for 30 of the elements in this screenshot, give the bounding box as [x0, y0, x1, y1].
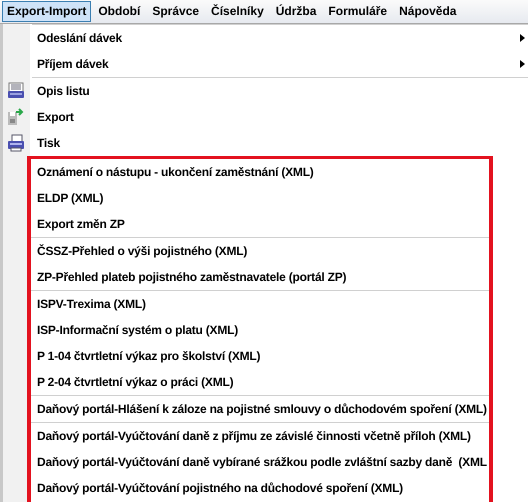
printer-icon	[7, 134, 25, 152]
menu-item[interactable]: Odeslání dávek	[3, 25, 528, 51]
submenu-arrow-icon	[520, 34, 525, 42]
menu-item[interactable]: Daňový portál-Hlášení k záloze na pojistné smlouvy o důchodovém spoření (XML)	[31, 396, 489, 422]
menu-item[interactable]: P 1-04 čtvrtletní výkaz pro školství (XML)	[31, 343, 489, 369]
menu-tab[interactable]: Nápověda	[394, 1, 462, 22]
menu-item[interactable]: ZP-Přehled plateb pojistného zaměstnavatele (portál ZP)	[31, 264, 489, 290]
menu-item[interactable]: Daňový portál-Vyúčtování daně vybírané srážkou podle zvláštní sazby daně (XML	[31, 449, 489, 475]
menu-item[interactable]: ČSSZ-Přehled o výši pojistného (XML)	[31, 238, 489, 264]
menu-item[interactable]: P 2-04 čtvrtletní výkaz o práci (XML)	[31, 369, 489, 395]
menu-item[interactable]: ISPV-Trexima (XML)	[31, 291, 489, 317]
menu-tab[interactable]: Číselníky	[206, 1, 269, 22]
menu-item[interactable]: ELDP (XML)	[31, 185, 489, 211]
floppy-arrow-icon	[7, 108, 25, 126]
menu-item[interactable]: Export změn ZP	[31, 211, 489, 237]
menu-item[interactable]: Tisk	[3, 130, 528, 156]
menu-tab[interactable]: Správce	[147, 1, 204, 22]
menu-item[interactable]: Příjem dávek	[3, 51, 528, 77]
menu-tab[interactable]: Údržba	[270, 1, 322, 22]
submenu-arrow-icon	[520, 60, 525, 68]
menu-item[interactable]: ISP-Informační systém o platu (XML)	[31, 317, 489, 343]
menu-tab[interactable]: Export-Import	[2, 1, 92, 22]
menu-item[interactable]: Oznámení o nástupu - ukončení zaměstnání (XML)	[31, 159, 489, 185]
menu-tab[interactable]: Období	[93, 1, 146, 22]
menu-item[interactable]: Daňový portál-Vyúčtování pojistného na důchodové spoření (XML)	[31, 475, 489, 501]
menu-tab[interactable]: Formuláře	[323, 1, 392, 22]
menu-item[interactable]: Export	[3, 104, 528, 130]
menu-item[interactable]: Daňový portál-Vyúčtování daně z příjmu ze závislé činnosti včetně příloh (XML)	[31, 423, 489, 449]
printer-document-icon	[7, 82, 25, 100]
menu-item[interactable]: Opis listu	[3, 78, 528, 104]
